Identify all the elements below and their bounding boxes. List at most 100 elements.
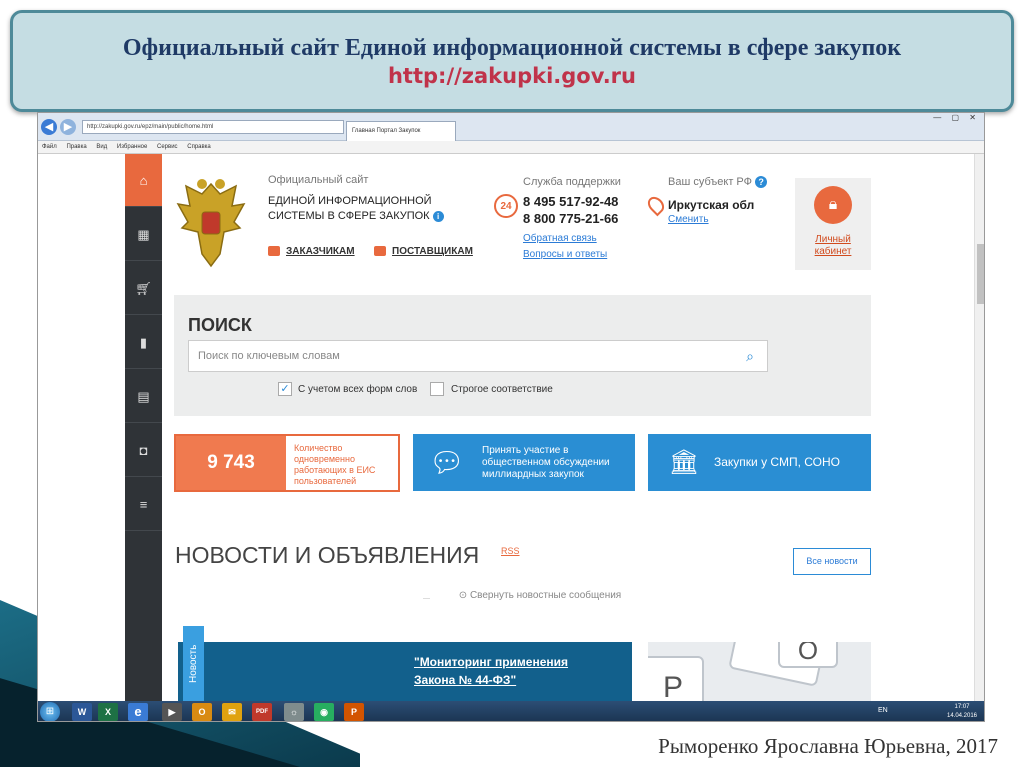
feedback-link[interactable]: Обратная связь — [523, 233, 643, 244]
slide-title-box: Официальный сайт Единой информационной с… — [10, 10, 1014, 112]
news-headline[interactable]: "Мониторинг применения Закона № 44-ФЗ" — [414, 653, 624, 689]
suppliers-link[interactable]: ПОСТАВЩИКАМ — [374, 246, 473, 257]
menu-item-file[interactable]: Файл — [42, 144, 57, 150]
slide-title: Официальный сайт Единой информационной с… — [122, 35, 902, 61]
strict-match-label: Строгое соответствие — [451, 384, 553, 395]
pdf-icon[interactable]: PDF — [252, 703, 272, 721]
official-site-label: Официальный сайт — [268, 174, 369, 186]
smp-purchases-card[interactable]: 🏛︎ Закупки у СМП, СОНО — [648, 434, 871, 491]
menu-item-tools[interactable]: Сервис — [157, 144, 178, 150]
menu-item-view[interactable]: Вид — [96, 144, 107, 150]
sidebar: ⌂ ▦ 🛒︎ ▮ ▤ ◘ ≡ — [125, 154, 162, 701]
ie-icon[interactable]: e — [128, 703, 148, 721]
forward-icon[interactable]: ▶ — [60, 119, 76, 135]
word-icon[interactable]: W — [72, 703, 92, 721]
window-controls[interactable]: — ▢ ✕ — [933, 113, 980, 122]
support-phone-1: 8 495 517-92-48 — [523, 194, 619, 209]
smp-purchases-label: Закупки у СМП, СОНО — [714, 455, 840, 469]
utility-icon[interactable]: ☼ — [284, 703, 304, 721]
page-scrollbar[interactable] — [974, 154, 984, 701]
tray-clock[interactable]: 17:07 14.04.2016 — [943, 703, 981, 721]
region-name: Иркутская обл — [668, 198, 755, 212]
keyboard-key-o: O — [778, 642, 838, 668]
support-24-icon: 24 — [494, 194, 518, 218]
keyboard-key-p: P — [648, 656, 704, 701]
collapse-news-label: Свернуть новостные сообщения — [469, 590, 622, 601]
users-count-card[interactable]: 9 743 Количество одновременно работающих… — [174, 434, 400, 492]
sidebar-list-icon[interactable]: ≡ — [125, 478, 162, 531]
sidebar-book-icon[interactable]: ▮ — [125, 316, 162, 369]
search-icon[interactable]: ⌕ — [741, 347, 759, 365]
start-button-icon[interactable]: ⊞ — [40, 702, 60, 721]
browser-tab[interactable]: Главная Портал Закупок — [346, 121, 456, 141]
media-player-icon[interactable]: ▶ — [162, 703, 182, 721]
org-name: ЕДИНОЙ ИНФОРМАЦИОННОЙ СИСТЕМЫ В СФЕРЕ ЗА… — [268, 194, 444, 224]
strict-match-checkbox[interactable] — [430, 382, 444, 396]
rss-link[interactable]: RSS — [501, 546, 520, 556]
faq-link[interactable]: Вопросы и ответы — [523, 249, 643, 260]
customers-link[interactable]: ЗАКАЗЧИКАМ — [268, 246, 355, 257]
help-icon[interactable]: ? — [755, 176, 768, 188]
slide-author: Рыморенко Ярославна Юрьевна, 2017 — [658, 734, 998, 758]
org-name-line2: СИСТЕМЫ В СФЕРЕ ЗАКУПОК i — [268, 209, 444, 224]
org-block: Официальный сайт ЕДИНОЙ ИНФОРМАЦИОННОЙ С… — [268, 174, 444, 224]
sidebar-calendar-icon[interactable]: ▦ — [125, 208, 162, 261]
menu-item-favorites[interactable]: Избранное — [117, 144, 147, 150]
sidebar-document-icon[interactable]: ▤ — [125, 370, 162, 423]
chat-bubbles-icon: 💬︎ — [429, 447, 465, 478]
customers-link-label: ЗАКАЗЧИКАМ — [286, 246, 355, 257]
language-indicator[interactable]: EN — [878, 707, 888, 714]
excel-icon[interactable]: X — [98, 703, 118, 721]
customers-icon — [268, 246, 280, 257]
presentation-slide: Официальный сайт Единой информационной с… — [0, 0, 1024, 767]
all-news-button[interactable]: Все новости — [793, 548, 871, 575]
personal-cabinet-label-line1: Личный — [815, 234, 851, 245]
suppliers-icon — [374, 246, 386, 257]
region-change-link[interactable]: Сменить — [668, 214, 778, 225]
mail-icon[interactable]: ✉ — [222, 703, 242, 721]
browser-toolbar: ◀ ▶ http://zakupki.gov.ru/epz/main/publi… — [38, 113, 984, 141]
web-page: ⌂ ▦ 🛒︎ ▮ ▤ ◘ ≡ Официальный сайт ЕДИНОЙ И… — [38, 154, 984, 701]
support-label: Служба поддержки — [523, 176, 621, 188]
public-discussion-label: Принять участие в общественном обсуждени… — [482, 445, 610, 480]
outlook-icon[interactable]: O — [192, 703, 212, 721]
browser-screenshot: ◀ ▶ http://zakupki.gov.ru/epz/main/publi… — [37, 112, 985, 722]
lock-icon: 🔒︎ — [814, 186, 852, 224]
org-name-line1: ЕДИНОЙ ИНФОРМАЦИОННОЙ — [268, 195, 432, 207]
all-word-forms-label: С учетом всех форм слов — [298, 384, 418, 395]
region-label: Ваш субъект РФ ? — [668, 176, 778, 188]
sidebar-home-icon[interactable]: ⌂ — [125, 154, 162, 207]
all-word-forms-checkbox[interactable]: ✓ — [278, 382, 292, 396]
region-label-text: Ваш субъект РФ — [668, 176, 752, 188]
browser-menu-bar: Файл Правка Вид Избранное Сервис Справка — [38, 141, 984, 154]
sidebar-cart-icon[interactable]: 🛒︎ — [125, 262, 162, 315]
slide-url: http://zakupki.gov.ru — [387, 64, 636, 88]
search-placeholder: Поиск по ключевым словам — [198, 350, 340, 362]
support-phone-2: 8 800 775-21-66 — [523, 211, 619, 226]
keyboard-image: P O — [648, 642, 871, 701]
org-name-line2-text: СИСТЕМЫ В СФЕРЕ ЗАКУПОК — [268, 210, 430, 222]
search-panel: ПОИСК Поиск по ключевым словам ⌕ ✓ С уче… — [174, 295, 871, 416]
menu-item-help[interactable]: Справка — [187, 144, 211, 150]
app-icon[interactable]: ◉ — [314, 703, 334, 721]
coat-of-arms-icon — [176, 179, 246, 268]
search-input[interactable]: Поиск по ключевым словам ⌕ — [188, 340, 768, 372]
personal-cabinet-button[interactable]: 🔒︎ Личный кабинет — [795, 178, 871, 270]
info-icon[interactable]: i — [432, 211, 444, 222]
back-icon[interactable]: ◀ — [41, 119, 57, 135]
sidebar-briefcase-icon[interactable]: ◘ — [125, 424, 162, 477]
public-discussion-card[interactable]: 💬︎ Принять участие в общественном обсужд… — [413, 434, 635, 491]
users-count-label: Количество одновременно работающих в ЕИС… — [294, 443, 376, 486]
tray-time: 17:07 — [954, 704, 970, 710]
address-bar[interactable]: http://zakupki.gov.ru/epz/main/public/ho… — [82, 120, 344, 134]
personal-cabinet-label-line2: кабинет — [814, 246, 852, 257]
powerpoint-icon[interactable]: P — [344, 703, 364, 721]
news-headline-line1: "Мониторинг применения — [414, 655, 569, 669]
news-section-title: НОВОСТИ И ОБЪЯВЛЕНИЯ — [175, 542, 480, 568]
news-vertical-label: Новость — [183, 626, 204, 701]
news-headline-line2: Закона № 44-ФЗ" — [414, 673, 517, 687]
menu-item-edit[interactable]: Правка — [66, 144, 86, 150]
suppliers-link-label: ПОСТАВЩИКАМ — [392, 246, 473, 257]
collapse-news-link[interactable]: ⊙ Свернуть новостные сообщения — [430, 590, 650, 601]
scroll-thumb[interactable] — [977, 244, 984, 304]
